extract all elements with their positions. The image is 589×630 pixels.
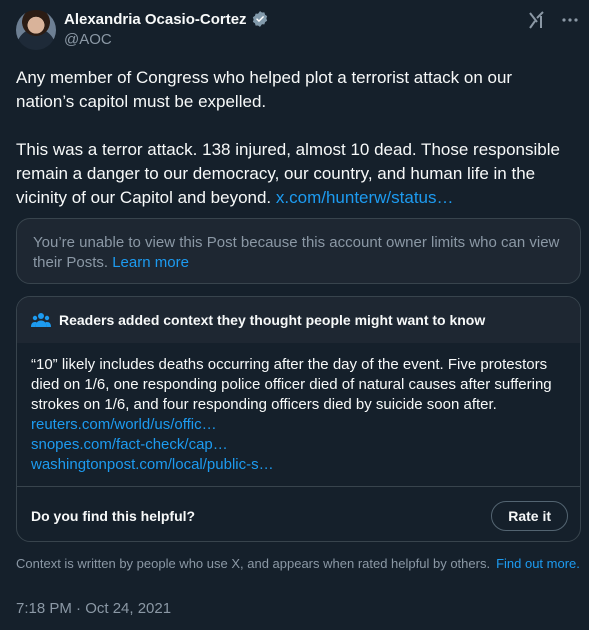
tweet-text: Any member of Congress who helped plot a… xyxy=(16,66,572,210)
helpful-row: Do you find this helpful? Rate it xyxy=(31,500,568,532)
more-icon[interactable] xyxy=(561,11,579,29)
author-handle[interactable]: @AOC xyxy=(64,31,112,48)
find-out-more-link[interactable]: Find out more. xyxy=(496,556,580,571)
unavailable-quoted-post: You’re unable to view this Post because … xyxy=(16,218,581,284)
community-note-body: “10” likely includes deaths occurring af… xyxy=(17,343,580,485)
author-avatar[interactable] xyxy=(16,10,56,50)
learn-more-link[interactable]: Learn more xyxy=(112,254,189,271)
community-note-heading: Readers added context they thought peopl… xyxy=(59,312,486,328)
note-source-link[interactable]: reuters.com/world/us/offic… xyxy=(31,415,566,435)
context-footer: Context is written by people who use X, … xyxy=(16,556,581,571)
tweet-paragraph-1: Any member of Congress who helped plot a… xyxy=(16,68,513,111)
community-note-header: Readers added context they thought peopl… xyxy=(17,297,580,343)
verified-badge-icon xyxy=(252,11,267,27)
divider xyxy=(17,486,580,487)
community-note-text: “10” likely includes deaths occurring af… xyxy=(31,356,552,413)
tweet-header: Alexandria Ocasio-Cortez @AOC xyxy=(16,10,579,58)
community-note: Readers added context they thought peopl… xyxy=(16,296,581,542)
rate-it-button[interactable]: Rate it xyxy=(491,501,568,531)
note-source-link[interactable]: washingtonpost.com/local/public-s… xyxy=(31,455,566,475)
post-timestamp[interactable]: 7:18 PM · Oct 24, 2021 xyxy=(16,600,171,617)
context-footer-text: Context is written by people who use X, … xyxy=(16,556,491,571)
x-grok-icon[interactable] xyxy=(527,10,547,30)
note-source-link[interactable]: snopes.com/fact-check/cap… xyxy=(31,435,566,455)
tweet-paragraph-2: This was a terror attack. 138 injured, a… xyxy=(16,138,572,210)
tweet-link[interactable]: x.com/hunterw/status… xyxy=(276,188,454,207)
header-actions xyxy=(527,10,579,30)
people-icon xyxy=(31,313,51,327)
author-name[interactable]: Alexandria Ocasio-Cortez xyxy=(64,11,247,28)
author-name-row: Alexandria Ocasio-Cortez xyxy=(64,10,269,28)
helpful-question: Do you find this helpful? xyxy=(31,508,196,524)
